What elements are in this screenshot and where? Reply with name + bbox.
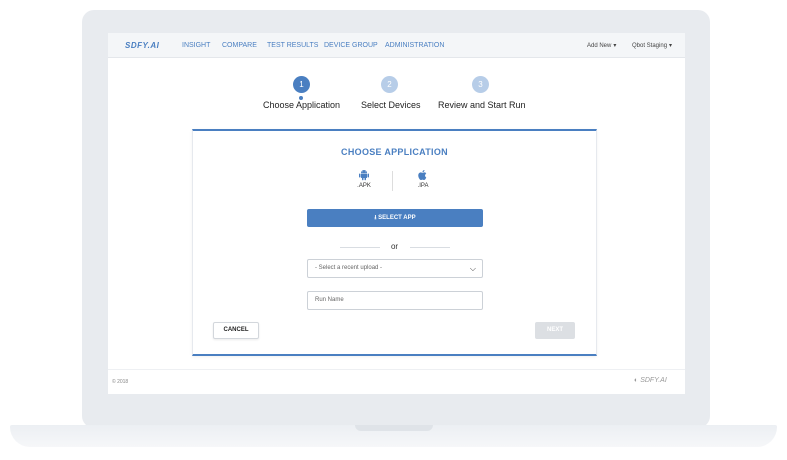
add-new-menu[interactable]: Add New ▾	[587, 42, 616, 49]
choose-application-card: CHOOSE APPLICATION .APK .IPA ⭳ SELECT AP…	[192, 129, 597, 356]
copyright-text: © 2018	[112, 379, 129, 385]
platform-apk[interactable]: .APK	[352, 169, 376, 189]
cancel-button[interactable]: CANCEL	[213, 322, 259, 339]
step-1-circle: 1	[293, 76, 310, 93]
environment-label: Qbot Staging	[632, 43, 668, 49]
select-app-button[interactable]: ⭳ SELECT APP	[307, 209, 483, 227]
recent-upload-select[interactable]: - Select a recent upload - ⌵	[307, 259, 483, 278]
footer-logo-icon: ◐	[634, 377, 639, 384]
step-1-label: Choose Application	[263, 100, 341, 110]
platform-divider	[392, 171, 393, 191]
nav-insight[interactable]: INSIGHT	[182, 42, 210, 49]
footer-logo: ◐ SDFY.AI	[634, 377, 667, 384]
run-name-placeholder: Run Name	[315, 297, 344, 303]
laptop-base-notch	[355, 425, 433, 431]
brand-logo[interactable]: SDFY.AI	[125, 41, 159, 50]
chevron-down-icon: ▾	[613, 43, 617, 49]
step-2-circle: 2	[381, 76, 398, 93]
android-icon	[359, 170, 369, 181]
apk-label: .APK	[357, 183, 371, 189]
step-3-circle: 3	[472, 76, 489, 93]
apple-icon	[418, 169, 427, 181]
footer-divider	[108, 369, 685, 370]
card-title: CHOOSE APPLICATION	[341, 147, 448, 157]
chevron-down-icon: ⌵	[469, 264, 476, 273]
nav-administration[interactable]: ADMINISTRATION	[385, 42, 444, 49]
next-button[interactable]: NEXT	[535, 322, 575, 339]
ipa-label: .IPA	[417, 183, 429, 189]
footer-logo-text: SDFY.AI	[640, 377, 667, 384]
top-navbar: SDFY.AI INSIGHT COMPARE TEST RESULTS DEV…	[108, 33, 685, 58]
nav-test-results[interactable]: TEST RESULTS	[267, 42, 318, 49]
app-screen: SDFY.AI INSIGHT COMPARE TEST RESULTS DEV…	[108, 33, 685, 394]
nav-compare[interactable]: COMPARE	[222, 42, 257, 49]
chevron-down-icon: ▾	[669, 43, 673, 49]
recent-upload-value: - Select a recent upload -	[315, 265, 383, 271]
select-app-label: SELECT APP	[378, 215, 416, 221]
step-3-label: Review and Start Run	[438, 100, 526, 110]
add-new-label: Add New	[587, 43, 612, 49]
or-label: or	[390, 242, 399, 251]
run-name-input[interactable]: Run Name	[307, 291, 483, 310]
upload-icon: ⭳	[374, 215, 377, 221]
platform-ipa[interactable]: .IPA	[411, 169, 435, 189]
step-2-label: Select Devices	[361, 100, 421, 110]
environment-menu[interactable]: Qbot Staging ▾	[632, 42, 672, 49]
nav-device-group[interactable]: DEVICE GROUP	[324, 42, 378, 49]
